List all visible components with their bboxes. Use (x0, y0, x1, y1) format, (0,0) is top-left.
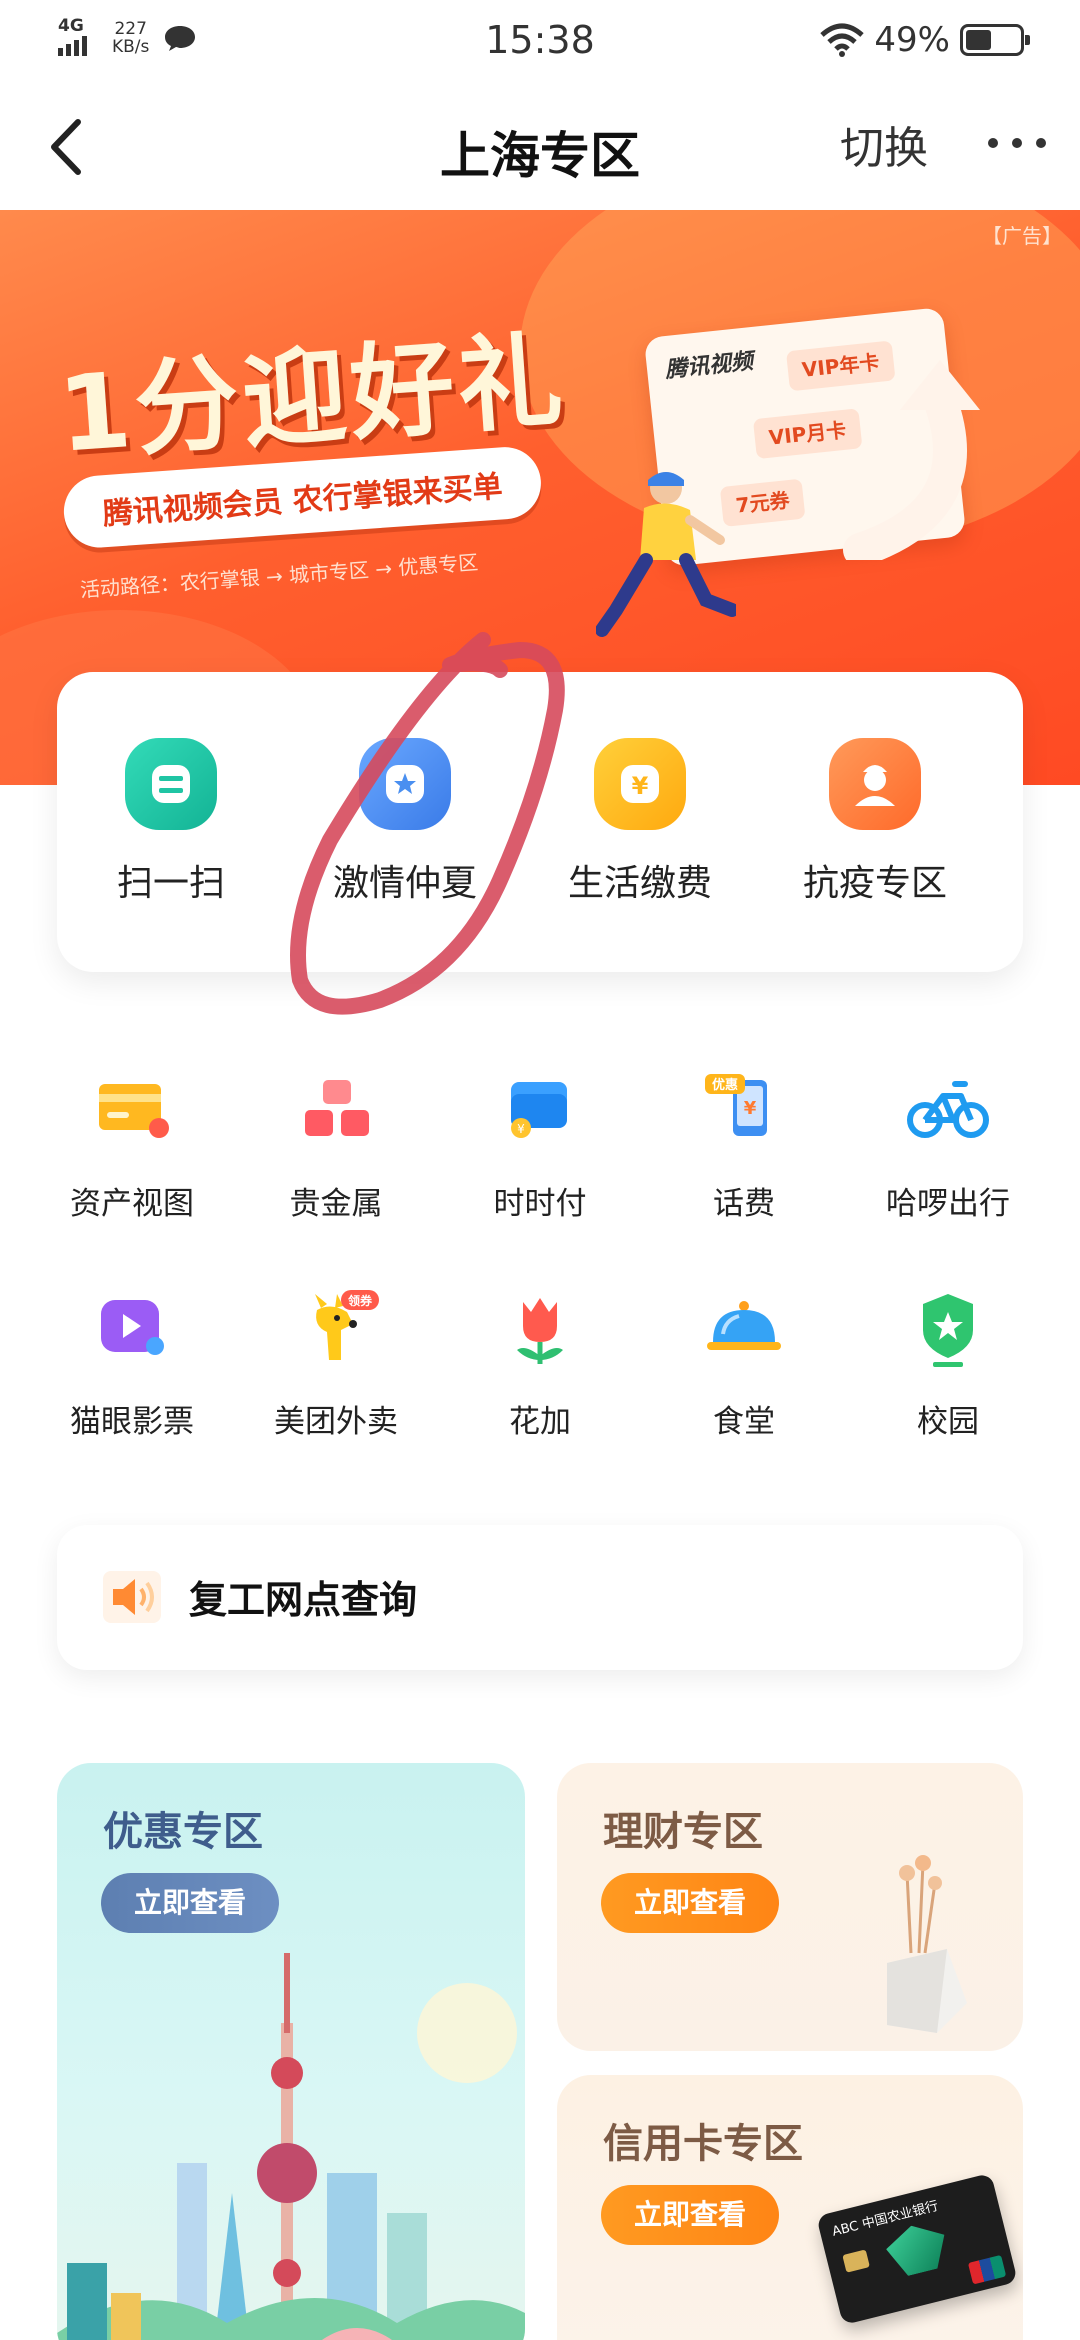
tencent-video-logo: 腾讯视频 (664, 349, 755, 384)
star-icon (359, 738, 451, 830)
grid-item-label: 时时付 (493, 1186, 587, 1222)
quick-action-label: 激情仲夏 (332, 863, 477, 904)
status-bar: 4G 227 KB/s 15:38 49% (0, 0, 1080, 86)
grid-item-label: 食堂 (713, 1404, 775, 1440)
grid-item-canteen[interactable]: 食堂 (642, 1290, 846, 1441)
wallet-icon: ¥ (511, 1082, 567, 1138)
quick-action-scan[interactable]: 扫一扫 (71, 738, 271, 906)
kangaroo-icon: 领券 (315, 1290, 379, 1360)
grid-item-assets[interactable]: 资产视图 (30, 1072, 234, 1223)
promo-card-credit[interactable]: 信用卡专区 立即查看 ABC 中国农业银行 (557, 2075, 1023, 2340)
promo-card-wealth[interactable]: 理财专区 立即查看 (557, 1763, 1023, 2051)
scan-icon (125, 738, 217, 830)
banner-route: 活动路径：农行掌银 → 城市专区 → 优惠专区 (79, 550, 479, 602)
grid-item-hellobike[interactable]: 哈啰出行 (846, 1072, 1050, 1223)
yuan-icon: ¥ (594, 738, 686, 830)
quick-actions-card: 扫一扫 激情仲夏 ¥ 生活缴费 抗疫专区 (57, 672, 1023, 972)
svg-text:¥: ¥ (517, 1122, 525, 1136)
wifi-icon (820, 23, 865, 57)
phone-bill-icon: ¥ 优惠 (705, 1074, 767, 1136)
speaker-icon (103, 1571, 161, 1623)
svg-text:¥: ¥ (744, 1098, 757, 1119)
curved-arrow-icon (843, 360, 980, 560)
view-now-button[interactable]: 立即查看 (601, 2185, 779, 2245)
grid-item-maoyan[interactable]: 猫眼影票 (30, 1290, 234, 1441)
grid-item-label: 哈啰出行 (886, 1186, 1010, 1222)
shield-star-icon (923, 1294, 973, 1367)
credit-card-illustration: ABC 中国农业银行 (816, 2172, 1018, 2326)
reopen-branch-notice[interactable]: 复工网点查询 (57, 1525, 1023, 1670)
gold-bars-icon (305, 1080, 369, 1136)
meituan-badge: 领券 (348, 1293, 373, 1308)
dish-cover-icon (707, 1301, 781, 1350)
quick-action-summer[interactable]: 激情仲夏 (305, 738, 505, 906)
vase-illustration (887, 1855, 967, 2033)
grid-item-phone-bill[interactable]: ¥ 优惠 话费 (642, 1072, 846, 1223)
shanghai-skyline-illustration (57, 1953, 525, 2340)
runner-illustration (596, 472, 736, 637)
grid-item-label: 校园 (917, 1404, 979, 1440)
promo-title: 信用卡专区 (603, 2121, 803, 2167)
quick-action-label: 扫一扫 (116, 863, 225, 904)
promo-title: 理财专区 (603, 1809, 763, 1855)
battery-percent: 49% (874, 20, 950, 60)
bicycle-icon (907, 1081, 989, 1138)
quick-action-epidemic[interactable]: 抗疫专区 (775, 738, 975, 906)
grid-item-label: 花加 (509, 1404, 571, 1440)
grid-item-huajia[interactable]: 花加 (438, 1290, 642, 1441)
phone-bill-badge: 优惠 (712, 1077, 738, 1093)
view-now-button[interactable]: 立即查看 (601, 1873, 779, 1933)
notice-text: 复工网点查询 (189, 1578, 418, 1622)
grid-item-label: 话费 (713, 1186, 775, 1222)
grid-item-label: 贵金属 (289, 1186, 383, 1222)
grid-item-meituan[interactable]: 领券 美团外卖 (234, 1290, 438, 1441)
card-icon (99, 1084, 169, 1138)
grid-item-campus[interactable]: 校园 (846, 1290, 1050, 1441)
movie-icon (101, 1300, 164, 1355)
tulip-icon (517, 1298, 563, 1364)
svg-text:¥: ¥ (632, 772, 649, 800)
promo-title: 优惠专区 (103, 1809, 263, 1855)
grid-item-gold[interactable]: 贵金属 (234, 1072, 438, 1223)
quick-action-bills[interactable]: ¥ 生活缴费 (540, 738, 740, 906)
doctor-icon (829, 738, 921, 830)
nav-bar: 上海专区 切换 (0, 86, 1080, 210)
grid-item-label: 猫眼影票 (70, 1404, 194, 1440)
switch-city-button[interactable]: 切换 (840, 112, 928, 176)
more-menu-icon[interactable] (988, 138, 1046, 148)
battery-icon (960, 24, 1030, 56)
grid-item-label: 美团外卖 (274, 1404, 398, 1440)
promo-card-discounts[interactable]: 优惠专区 立即查看 (57, 1763, 525, 2340)
grid-item-label: 资产视图 (70, 1186, 194, 1222)
grid-item-pay[interactable]: ¥ 时时付 (438, 1072, 642, 1223)
quick-action-label: 生活缴费 (567, 863, 712, 904)
ad-tag: 【广告】 (982, 224, 1062, 248)
quick-action-label: 抗疫专区 (802, 863, 947, 904)
